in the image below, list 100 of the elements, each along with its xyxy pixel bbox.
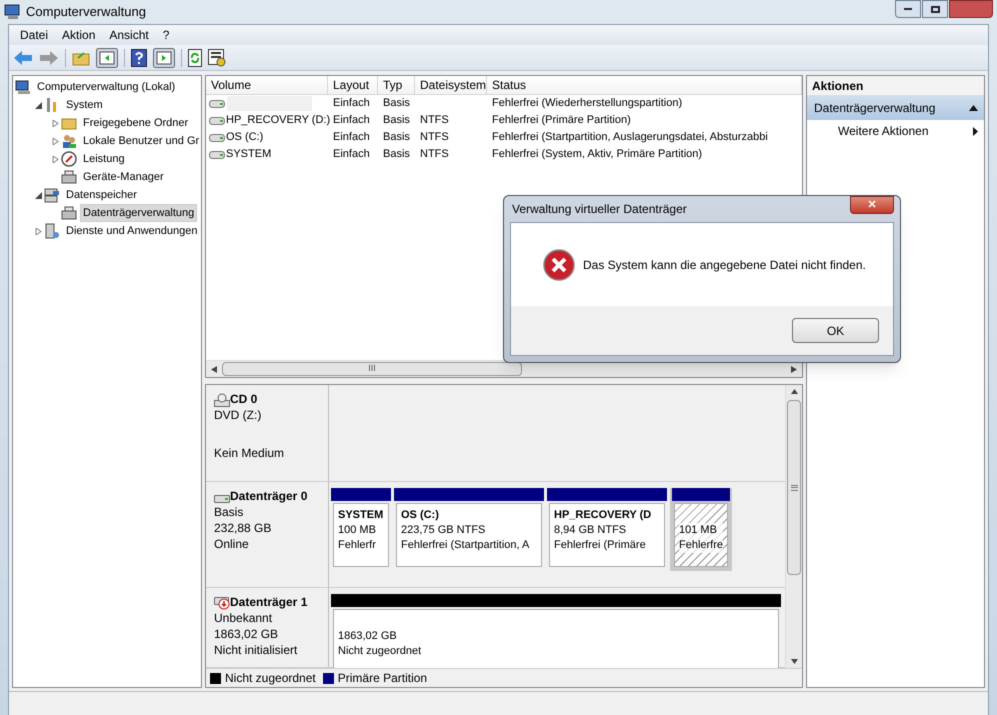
- drive-icon: [209, 116, 225, 126]
- menu-item[interactable]: Datei: [13, 26, 56, 44]
- legend-label: Primäre Partition: [338, 670, 428, 687]
- expand-icon[interactable]: [52, 138, 58, 144]
- horizontal-scrollbar[interactable]: III: [206, 360, 802, 377]
- partition-title: OS (C:): [401, 508, 440, 523]
- disk-info: Kein Medium: [214, 445, 286, 461]
- tree-item[interactable]: Computerverwaltung (Lokal): [34, 78, 178, 96]
- partition-status: Fehlerfre: [679, 538, 723, 553]
- disk-info: Basis: [214, 504, 244, 520]
- dialog-title: Verwaltung virtueller Datenträger: [511, 201, 687, 218]
- table-cell-text: OS (C:): [225, 130, 264, 146]
- collapse-icon[interactable]: [34, 102, 42, 108]
- table-cell-text: SYSTEM: [225, 147, 272, 162]
- drive-icon: [209, 150, 225, 160]
- table-cell-text: NTFS: [420, 147, 449, 162]
- device-icon: [61, 169, 77, 185]
- tree-item[interactable]: Datenspeicher: [63, 186, 140, 204]
- refresh-icon[interactable]: [188, 48, 202, 66]
- collapse-icon[interactable]: [969, 105, 978, 111]
- disk-info: 232,88 GB: [214, 520, 272, 536]
- scroll-up-icon[interactable]: [790, 389, 798, 394]
- properties-icon[interactable]: [208, 48, 226, 66]
- table-cell-text: Fehlerfrei (Wiederherstellungspartition): [492, 96, 682, 112]
- scroll-left-icon[interactable]: [211, 366, 217, 372]
- vertical-scrollbar[interactable]: [785, 385, 802, 668]
- error-message: Das System kann die angegebene Datei nicht finden.: [583, 256, 866, 274]
- close-button[interactable]: ✕: [850, 196, 894, 214]
- drive-icon: [209, 132, 225, 142]
- folder-up-icon[interactable]: [72, 50, 90, 66]
- drive-icon: [209, 98, 225, 108]
- window-title: Computerverwaltung: [26, 3, 146, 22]
- tree-item[interactable]: Dienste und Anwendungen: [63, 222, 200, 240]
- computer-icon: [15, 79, 31, 95]
- partition-size: 101 MB: [679, 523, 723, 538]
- gauge-icon: [61, 151, 77, 167]
- scroll-down-icon[interactable]: [790, 659, 798, 664]
- disk-name: Datenträger 0: [230, 488, 308, 504]
- partition-header-bar: [672, 488, 730, 501]
- table-cell-text: Einfach: [333, 96, 370, 112]
- table-cell-text: Einfach: [333, 147, 370, 162]
- tree-item[interactable]: Freigegebene Ordner: [80, 114, 192, 132]
- table-cell-text: Einfach: [333, 130, 370, 146]
- minimize-button[interactable]: [895, 0, 921, 18]
- partition-title: SYSTEM: [338, 508, 384, 523]
- cd-drive-icon: [214, 393, 230, 407]
- partition-header-bar: [331, 488, 391, 501]
- disk-info: Nicht initialisiert: [214, 642, 298, 658]
- table-cell-text: HP_RECOVERY (D:): [225, 113, 330, 128]
- storage-icon: [44, 187, 60, 203]
- scrollbar-thumb[interactable]: [787, 400, 801, 575]
- disk-name: Datenträger 1: [230, 594, 308, 610]
- expand-icon[interactable]: [52, 120, 58, 126]
- column-header[interactable]: Volume: [206, 76, 328, 94]
- tree-item[interactable]: Geräte-Manager: [80, 168, 167, 186]
- tree-item[interactable]: Lokale Benutzer und Gr: [80, 132, 201, 150]
- table-cell-text: Fehlerfrei (System, Aktiv, Primäre Partition): [492, 147, 702, 162]
- submenu-arrow-icon: [973, 126, 978, 136]
- menu-item[interactable]: Aktion: [55, 26, 102, 44]
- legend-label: Nicht zugeordnet: [225, 670, 316, 687]
- tree-item[interactable]: Leistung: [80, 150, 128, 168]
- partition[interactable]: 101 MB Fehlerfre: [670, 488, 732, 571]
- table-cell-text: Basis: [383, 113, 410, 128]
- ok-button[interactable]: OK: [792, 318, 879, 343]
- help-icon[interactable]: [131, 48, 147, 66]
- panel-icon[interactable]: [96, 48, 118, 68]
- expand-icon[interactable]: [34, 228, 42, 234]
- disk-info: Online: [214, 536, 250, 552]
- disk-name: CD 0: [230, 391, 258, 407]
- scroll-right-icon[interactable]: [791, 366, 797, 372]
- disk-info: 1863,02 GB: [214, 626, 280, 642]
- column-header[interactable]: Layout: [328, 76, 378, 94]
- table-cell-text: Fehlerfrei (Primäre Partition): [492, 113, 631, 128]
- tree-item[interactable]: System: [63, 96, 106, 114]
- action-link[interactable]: Weitere Aktionen: [838, 122, 928, 140]
- table-cell-text: NTFS: [420, 113, 449, 128]
- table-cell-text: Fehlerfrei (Startpartition, Auslagerungsdatei, Absturzabbi: [492, 130, 768, 146]
- collapse-icon[interactable]: [34, 192, 42, 198]
- expand-icon[interactable]: [52, 156, 58, 162]
- column-header[interactable]: Status: [487, 76, 802, 94]
- computer-icon: [4, 4, 22, 20]
- column-header[interactable]: Typ: [378, 76, 415, 94]
- panel-icon[interactable]: [153, 48, 175, 68]
- device-icon: [61, 205, 77, 221]
- menu-item[interactable]: Ansicht: [102, 26, 156, 44]
- menu-item[interactable]: ?: [156, 26, 176, 44]
- services-icon: [44, 223, 60, 239]
- tree-item[interactable]: Datenträgerverwaltung: [80, 204, 198, 222]
- users-icon: [61, 133, 77, 149]
- table-cell-text: Einfach: [333, 113, 370, 128]
- actions-section[interactable]: Datenträgerverwaltung: [807, 96, 984, 120]
- maximize-button[interactable]: [922, 0, 948, 18]
- scrollbar-thumb[interactable]: III: [222, 362, 522, 376]
- column-header[interactable]: Dateisystem: [415, 76, 487, 94]
- table-cell-text: Basis: [383, 147, 410, 162]
- table-cell-text: Basis: [383, 130, 410, 146]
- back-icon[interactable]: [13, 50, 33, 66]
- table-cell-text: NTFS: [420, 130, 449, 146]
- partition-title: HP_RECOVERY (D: [554, 508, 652, 523]
- table-cell-text: Basis: [383, 96, 410, 112]
